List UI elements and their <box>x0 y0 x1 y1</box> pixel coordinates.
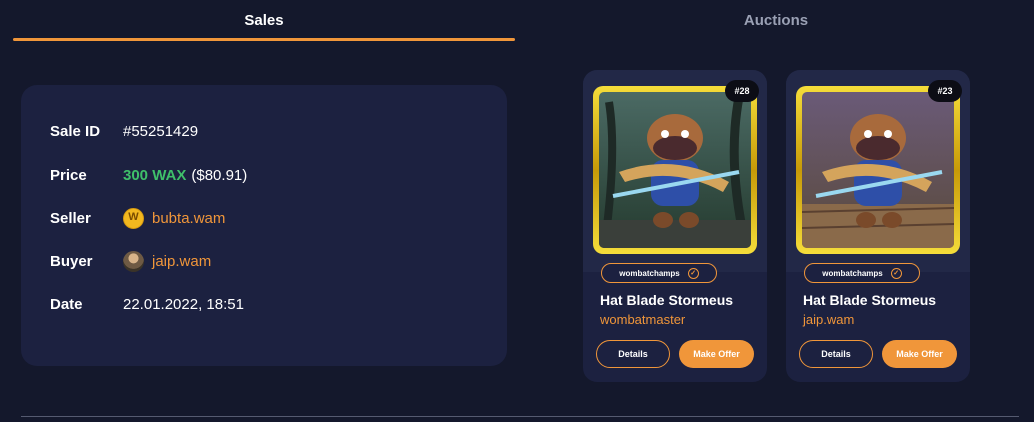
nft-mint-number: #28 <box>725 80 759 102</box>
sale-id-row: Sale ID #55251429 <box>50 120 198 142</box>
seller-link[interactable]: bubta.wam <box>152 210 225 227</box>
tab-auctions[interactable]: Auctions <box>520 12 1032 29</box>
price-wax: 300 WAX <box>123 166 187 184</box>
nft-image <box>599 92 751 248</box>
check-circle-icon: ✓ <box>890 267 902 279</box>
nft-image <box>802 92 954 248</box>
make-offer-button[interactable]: Make Offer <box>882 340 957 368</box>
tab-bar: Sales Auctions <box>0 0 1034 42</box>
active-tab-indicator <box>13 38 515 41</box>
buyer-label: Buyer <box>50 252 93 270</box>
nft-image-frame[interactable] <box>796 86 960 254</box>
collection-name: wombatchamps <box>822 268 883 278</box>
sale-id-label: Sale ID <box>50 122 101 140</box>
price-row: Price 300 WAX ($80.91) <box>50 164 247 186</box>
nft-name[interactable]: Hat Blade Stormeus <box>803 292 936 308</box>
price-label: Price <box>50 166 87 184</box>
section-divider <box>21 416 1019 417</box>
collection-badge[interactable]: wombatchamps ✓ <box>601 263 717 283</box>
make-offer-button[interactable]: Make Offer <box>679 340 754 368</box>
buyer-link[interactable]: jaip.wam <box>152 253 211 270</box>
details-button[interactable]: Details <box>596 340 670 368</box>
nft-mint-number: #23 <box>928 80 962 102</box>
buyer-avatar <box>123 250 144 272</box>
seller-label: Seller <box>50 209 91 227</box>
nft-image-frame[interactable] <box>593 86 757 254</box>
collection-badge[interactable]: wombatchamps ✓ <box>804 263 920 283</box>
nft-card[interactable]: #23 wombatchamps ✓ Hat Blade Stormeus ja… <box>786 70 970 382</box>
seller-row: Seller W bubta.wam <box>50 207 225 229</box>
nft-owner-link[interactable]: wombatmaster <box>600 312 685 327</box>
sale-id-link[interactable]: #55251429 <box>123 123 198 140</box>
nft-card[interactable]: #28 wombatchamps ✓ Hat Blade Stormeus wo… <box>583 70 767 382</box>
collection-name: wombatchamps <box>619 268 680 278</box>
sale-details-card: Sale ID #55251429 Price 300 WAX ($80.91)… <box>21 85 507 366</box>
nft-owner-link[interactable]: jaip.wam <box>803 312 854 327</box>
date-label: Date <box>50 295 83 313</box>
tab-sales[interactable]: Sales <box>13 12 515 29</box>
nft-name[interactable]: Hat Blade Stormeus <box>600 292 733 308</box>
check-circle-icon: ✓ <box>687 267 699 279</box>
price-usd: ($80.91) <box>191 166 248 184</box>
buyer-row: Buyer jaip.wam <box>50 250 211 272</box>
details-button[interactable]: Details <box>799 340 873 368</box>
sale-date: 22.01.2022, 18:51 <box>123 295 244 313</box>
date-row: Date 22.01.2022, 18:51 <box>50 293 244 315</box>
wax-coin-icon: W <box>123 207 144 229</box>
